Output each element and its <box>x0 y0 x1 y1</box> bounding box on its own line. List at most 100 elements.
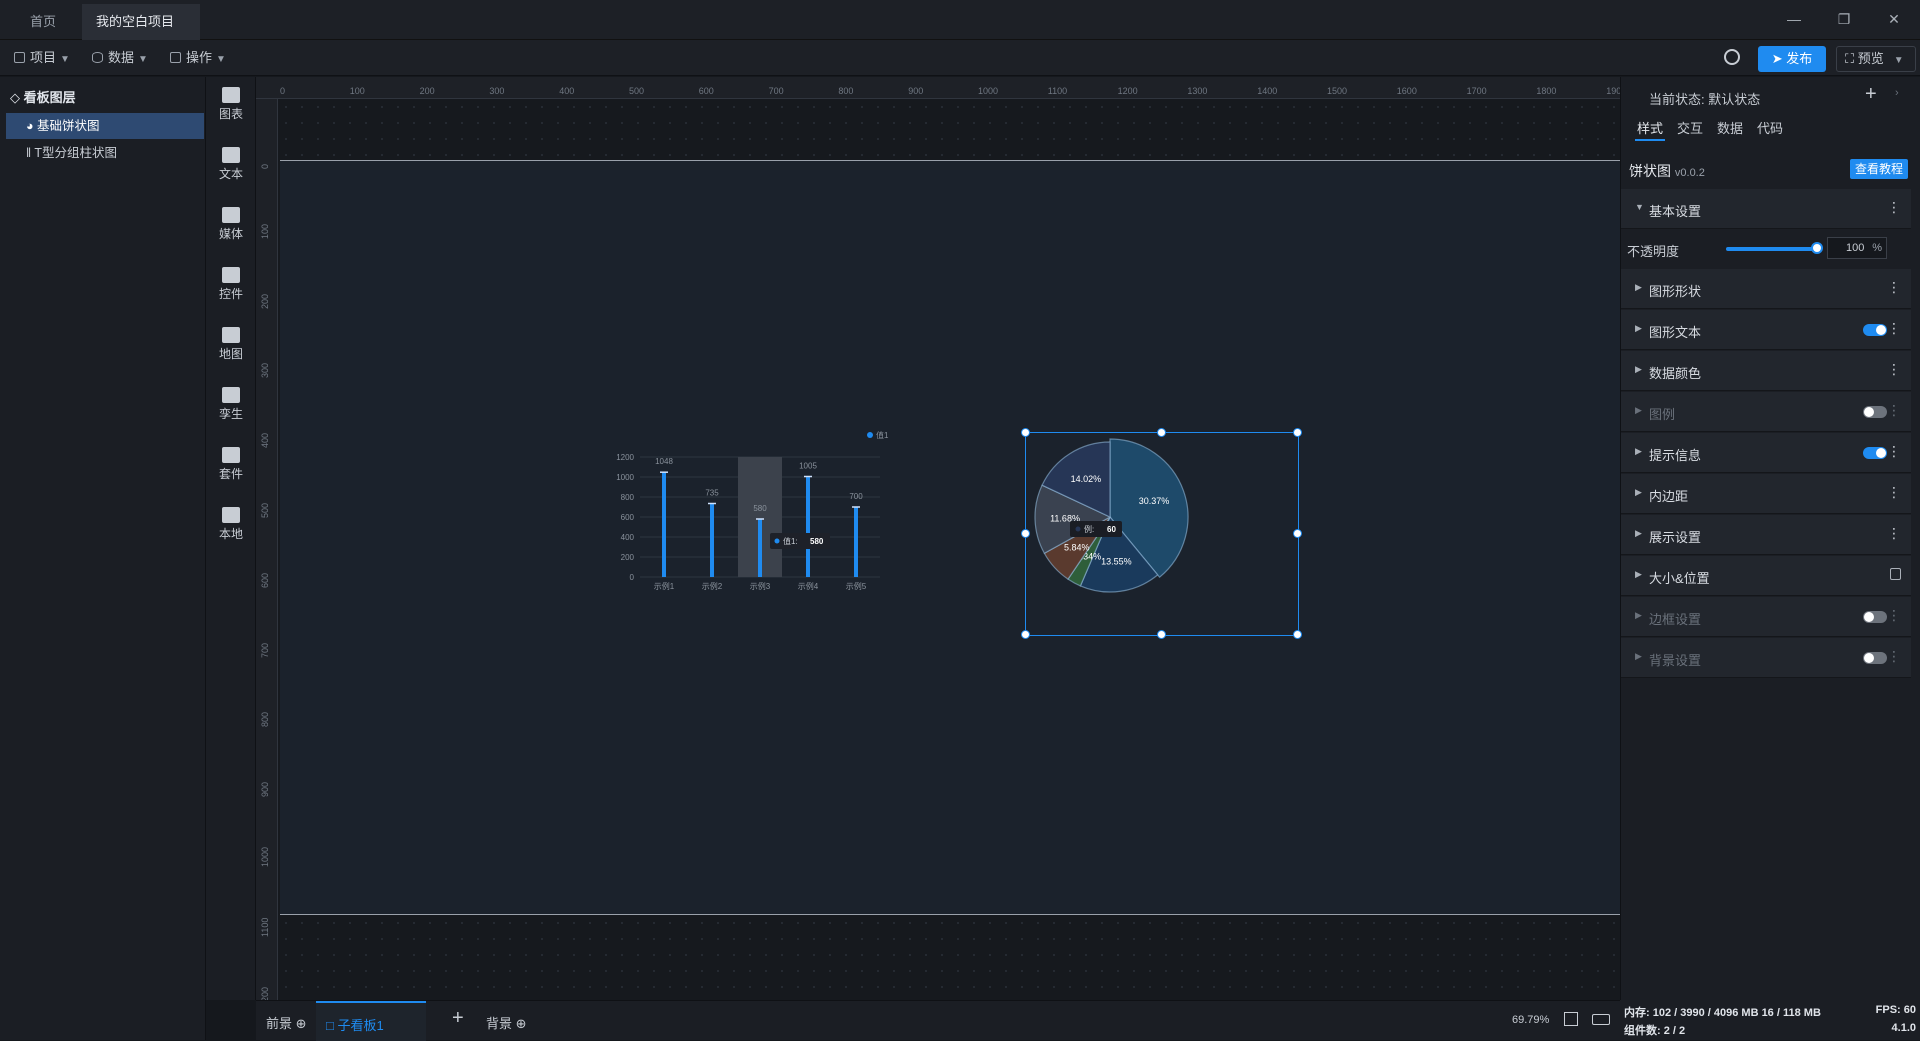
menu-project[interactable]: 项目 ▼ <box>8 46 76 70</box>
more-vertical-icon[interactable]: ⋮ <box>1887 607 1901 624</box>
resize-handle[interactable] <box>1157 630 1166 639</box>
add-subboard-icon[interactable]: + <box>452 1007 464 1030</box>
ruler-tick-label: 600 <box>698 86 714 96</box>
resize-handle[interactable] <box>1021 428 1030 437</box>
add-circle-icon[interactable]: ⊕ <box>296 1016 307 1031</box>
opacity-slider[interactable] <box>1726 247 1816 251</box>
lock-icon[interactable] <box>1890 568 1901 580</box>
resize-handle[interactable] <box>1021 529 1030 538</box>
bar[interactable] <box>806 476 810 578</box>
category-kit[interactable]: 套件 <box>206 447 256 482</box>
section-label: 背景设置 <box>1649 653 1702 668</box>
category-control[interactable]: 控件 <box>206 267 256 302</box>
bar-chart[interactable]: 0 200 400 600 800 1000 1200 1048 示例1 735 示例2 580 示例3… <box>600 421 900 601</box>
fullscreen-icon: ⛶ <box>1845 51 1855 66</box>
artboard[interactable]: 0 200 400 600 800 1000 1200 1048 示例1 735 示例2 580 示例3… <box>280 160 1620 915</box>
category-text[interactable]: 文本 <box>206 147 256 182</box>
resize-handle[interactable] <box>1293 529 1302 538</box>
section-toggle[interactable] <box>1863 324 1887 336</box>
layer-item-pie[interactable]: ◕ 基础饼状图 <box>6 113 204 139</box>
chevron-right-icon[interactable]: › <box>1895 87 1899 99</box>
more-vertical-icon[interactable]: ⋮ <box>1887 320 1901 337</box>
resize-handle[interactable] <box>1293 428 1302 437</box>
menu-operate[interactable]: 操作 ▼ <box>164 46 232 70</box>
section-basic[interactable]: ▼ 基本设置 ⋮ <box>1621 189 1911 229</box>
section-row[interactable]: ▶ 边框设置 ⋮ <box>1621 597 1911 637</box>
selection-box[interactable] <box>1021 428 1302 639</box>
more-vertical-icon[interactable]: ⋮ <box>1887 484 1901 501</box>
section-toggle[interactable] <box>1863 406 1887 418</box>
section-row[interactable]: ▶ 提示信息 ⋮ <box>1621 433 1911 473</box>
category-label: 孪生 <box>218 407 243 421</box>
bar[interactable] <box>662 472 666 577</box>
more-vertical-icon[interactable]: ⋮ <box>1887 443 1901 460</box>
section-row[interactable]: ▶ 背景设置 ⋮ <box>1621 638 1911 678</box>
opacity-input[interactable]: 100% <box>1827 237 1887 259</box>
resize-handle[interactable] <box>1293 630 1302 639</box>
zoom-level[interactable]: 69.79% <box>1512 1014 1549 1026</box>
resize-handle[interactable] <box>1021 630 1030 639</box>
bar[interactable] <box>854 507 858 577</box>
bar[interactable] <box>710 503 714 578</box>
section-row[interactable]: ▶ 内边距 ⋮ <box>1621 474 1911 514</box>
property-panel: 当前状态: 默认状态 + › 样式 交互 数据 代码 饼状图 v0.0.2 查看… <box>1620 77 1920 1000</box>
restore-icon[interactable]: ❐ <box>1826 8 1862 32</box>
minimize-icon[interactable]: — <box>1776 8 1812 32</box>
component-version: v0.0.2 <box>1674 167 1705 179</box>
layer-item-bar[interactable]: ‖ T型分组柱状图 <box>6 140 204 166</box>
publish-button[interactable]: ➤ 发布 <box>1758 46 1826 72</box>
category-twin[interactable]: 孪生 <box>206 387 256 422</box>
layer-background-label: 背景 <box>486 1016 513 1031</box>
tab-code[interactable]: 代码 <box>1757 118 1783 137</box>
add-circle-icon[interactable]: ⊕ <box>516 1016 527 1031</box>
fit-screen-icon[interactable] <box>1564 1012 1578 1026</box>
section-row[interactable]: ▶ 图形文本 ⋮ <box>1621 310 1911 350</box>
tutorial-button[interactable]: 查看教程 <box>1850 159 1908 179</box>
legend-label[interactable]: 值1 <box>876 430 889 440</box>
tab-home[interactable]: 首页 <box>16 4 70 40</box>
more-vertical-icon[interactable]: ⋮ <box>1887 361 1901 378</box>
caret-right-icon: ▶ <box>1635 364 1642 374</box>
keyboard-icon[interactable] <box>1592 1014 1610 1025</box>
category-map[interactable]: 地图 <box>206 327 256 362</box>
section-toggle[interactable] <box>1863 611 1887 623</box>
section-toggle[interactable] <box>1863 447 1887 459</box>
section-row[interactable]: ▶ 大小&位置 <box>1621 556 1911 596</box>
preview-button[interactable]: ⛶ 预览 ▼ <box>1836 46 1916 72</box>
section-toggle[interactable] <box>1863 652 1887 664</box>
opacity-slider-handle[interactable] <box>1811 242 1823 254</box>
more-vertical-icon[interactable]: ⋮ <box>1887 525 1901 542</box>
more-vertical-icon[interactable]: ⋮ <box>1887 279 1901 296</box>
category-media[interactable]: 媒体 <box>206 207 256 242</box>
resize-handle[interactable] <box>1157 428 1166 437</box>
layer-foreground[interactable]: 前景 ⊕ <box>266 1013 307 1032</box>
menu-data[interactable]: 数据 ▼ <box>86 46 154 70</box>
ruler-tick-label: 500 <box>260 502 270 518</box>
ruler-tick-label: 100 <box>349 86 365 96</box>
section-row[interactable]: ▶ 数据颜色 ⋮ <box>1621 351 1911 391</box>
more-vertical-icon[interactable]: ⋮ <box>1887 648 1901 665</box>
add-state-icon[interactable]: + <box>1865 83 1877 106</box>
canvas-area[interactable]: 0 100 200 300 400 500 600 700 800 900 1000 1100 1200… <box>256 77 1626 1007</box>
search-icon[interactable] <box>1724 49 1740 65</box>
more-vertical-icon[interactable]: ⋮ <box>1887 199 1901 216</box>
tab-data[interactable]: 数据 <box>1717 118 1743 137</box>
category-local[interactable]: 本地 <box>206 507 256 542</box>
tab-project[interactable]: 我的空白项目 <box>82 4 200 63</box>
close-icon[interactable]: ✕ <box>1876 8 1912 32</box>
control-icon <box>222 267 240 283</box>
tab-interaction[interactable]: 交互 <box>1677 118 1703 137</box>
ruler-tick-label: 300 <box>260 363 270 379</box>
category-chart[interactable]: 图表 <box>206 87 256 122</box>
section-row[interactable]: ▶ 展示设置 ⋮ <box>1621 515 1911 555</box>
section-row[interactable]: ▶ 图形形状 ⋮ <box>1621 269 1911 309</box>
bar-value-label: 1005 <box>799 462 817 471</box>
more-vertical-icon[interactable]: ⋮ <box>1887 402 1901 419</box>
layer-subboard[interactable]: □ 子看板1 <box>316 1001 426 1041</box>
section-row[interactable]: ▶ 图例 ⋮ <box>1621 392 1911 432</box>
category-label: 媒体 <box>218 227 243 241</box>
layer-background[interactable]: 背景 ⊕ <box>486 1013 527 1032</box>
caret-right-icon: ▶ <box>1635 651 1642 661</box>
bar[interactable] <box>758 519 762 577</box>
tab-style[interactable]: 样式 <box>1637 118 1663 137</box>
